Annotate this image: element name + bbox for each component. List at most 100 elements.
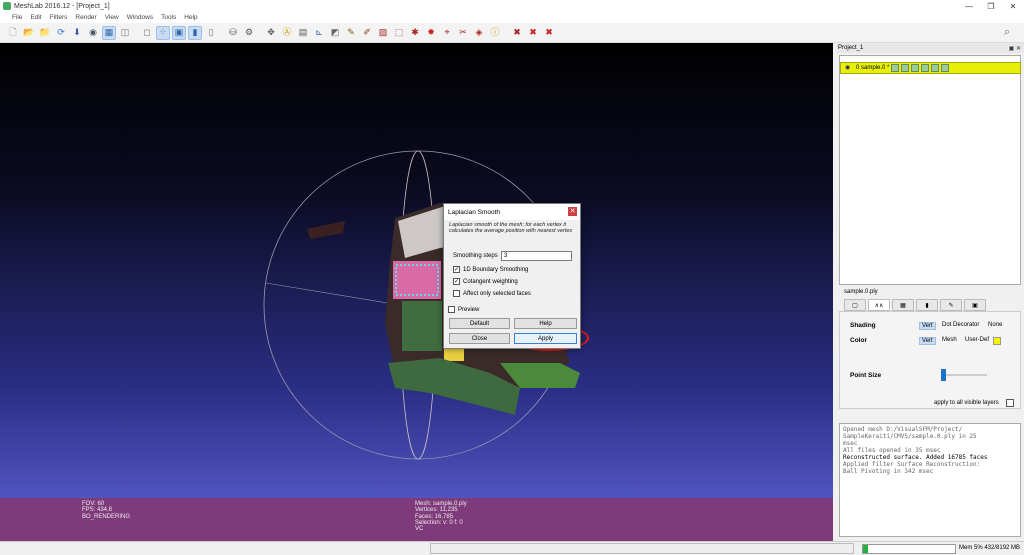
help-button[interactable]: Help bbox=[514, 318, 577, 329]
3d-viewport[interactable]: FOV: 60 FPS: 434.8 BO_RENDERING Mesh: sa… bbox=[0, 43, 833, 541]
cotangent-weighting-row[interactable]: ✓ Cotangent weighting bbox=[453, 278, 518, 285]
paint-icon[interactable]: ✎ bbox=[344, 26, 358, 40]
apply-button[interactable]: Apply bbox=[514, 333, 577, 344]
align-icon[interactable]: ◩ bbox=[328, 26, 342, 40]
main-toolbar: 🗋 📂 📁 ⟳ ⬇ ◉ ▦ ◫ ◻ ⁘ ▣ ▮ ▯ ⛁ ⚙ ✥ Ⓐ ▤ ⊾ ◩ ✎ ✐ ▨ ⬚ ✱ ✸ ⌖ ✂ ◈ ⓘ ✖ ✖ ✖ bbox=[0, 23, 1024, 43]
menu-file[interactable]: File bbox=[12, 14, 22, 21]
log-window: Opened mesh D:/VisualSFM/Project/SampleK… bbox=[839, 423, 1021, 537]
menu-bar: File Edit Filters Render View Windows To… bbox=[0, 12, 1024, 23]
dialog-close-icon[interactable]: ✕ bbox=[568, 207, 577, 216]
visibility-eye-icon[interactable]: ◉ bbox=[845, 64, 853, 72]
selected-faces-row[interactable]: Affect only selected faces bbox=[453, 290, 531, 297]
menu-edit[interactable]: Edit bbox=[30, 14, 41, 21]
search-icon[interactable]: ⌕ bbox=[1004, 26, 1018, 40]
default-button[interactable]: Default bbox=[449, 318, 510, 329]
color-mesh[interactable]: Mesh bbox=[942, 337, 957, 343]
boundary-smoothing-checkbox[interactable]: ✓ bbox=[453, 266, 460, 273]
tab-bbox[interactable]: ▢ bbox=[844, 299, 866, 311]
cut-icon[interactable]: ✂ bbox=[456, 26, 470, 40]
dialog-description: Laplacian smooth of the mesh: for each v… bbox=[449, 222, 573, 234]
tab-wire[interactable]: ▦ bbox=[892, 299, 914, 311]
layer-texture-icon bbox=[941, 64, 950, 72]
point-size-slider[interactable] bbox=[941, 369, 946, 381]
new-project-icon[interactable]: 🗋 bbox=[6, 26, 20, 40]
shading-none[interactable]: None bbox=[988, 322, 1002, 328]
annotation-icon[interactable]: Ⓐ bbox=[280, 26, 294, 40]
flat-icon[interactable]: ▮ bbox=[188, 25, 202, 40]
pick-points-icon[interactable]: ✸ bbox=[424, 26, 438, 40]
close-window-button[interactable]: ✕ bbox=[1002, 2, 1024, 11]
menu-view[interactable]: View bbox=[105, 14, 119, 21]
tab-solid[interactable]: ▮ bbox=[916, 299, 938, 311]
memory-fill bbox=[863, 545, 868, 553]
points-icon[interactable]: ⁘ bbox=[156, 25, 170, 40]
select-vertices-icon[interactable]: ⬚ bbox=[392, 26, 406, 40]
toolbar-separator bbox=[504, 26, 508, 40]
menu-filters[interactable]: Filters bbox=[50, 14, 68, 21]
layer-list: ◉ 0 sample.0 * bbox=[839, 55, 1021, 285]
user-color-swatch[interactable] bbox=[993, 337, 1001, 345]
tab-points[interactable]: ∧∧ bbox=[868, 299, 890, 311]
color-vert[interactable]: Vert bbox=[919, 337, 936, 345]
hidden-lines-icon[interactable]: ◫ bbox=[118, 26, 132, 40]
layer-item-sample[interactable]: ◉ 0 sample.0 * bbox=[840, 62, 1021, 74]
snapshot-icon[interactable]: ◉ bbox=[86, 26, 100, 40]
select-faces-icon[interactable]: ▨ bbox=[376, 26, 390, 40]
dialog-title: Laplacian Smooth bbox=[444, 204, 580, 220]
shading-vert[interactable]: Vert bbox=[919, 322, 936, 330]
export-mesh-icon[interactable]: ⬇ bbox=[70, 26, 84, 40]
reference-icon[interactable]: ⌖ bbox=[440, 26, 454, 40]
delete-vertices-icon[interactable]: ✖ bbox=[542, 26, 556, 40]
minimize-button[interactable]: — bbox=[958, 2, 980, 11]
close-button[interactable]: Close bbox=[449, 333, 510, 344]
window-title: MeshLab 2016.12 - [Project_1] bbox=[14, 2, 110, 10]
layers-icon[interactable]: ⛁ bbox=[226, 26, 240, 40]
menu-tools[interactable]: Tools bbox=[161, 14, 176, 21]
point-size-track[interactable] bbox=[943, 374, 987, 376]
mesh-render[interactable] bbox=[0, 43, 833, 498]
axis-icon[interactable]: ⊾ bbox=[312, 26, 326, 40]
layer-tag-icon bbox=[891, 64, 900, 72]
tab-decoration[interactable]: ▣ bbox=[964, 299, 986, 311]
log-line: SampleKeraiti/CMVS/sample.0.ply in 25 bbox=[843, 433, 977, 440]
bbox-icon[interactable]: ◻ bbox=[140, 26, 154, 40]
delete-faces-icon[interactable]: ✖ bbox=[526, 26, 540, 40]
measure-icon[interactable]: ▤ bbox=[296, 26, 310, 40]
brush-icon[interactable]: ✐ bbox=[360, 26, 374, 40]
layer-smooth-icon bbox=[931, 64, 940, 72]
import-mesh-icon[interactable]: 📁 bbox=[38, 26, 52, 40]
boundary-smoothing-row[interactable]: ✓ 1D Boundary Smoothing bbox=[453, 266, 528, 273]
title-bar: MeshLab 2016.12 - [Project_1] — ❐ ✕ bbox=[0, 0, 1024, 12]
flat-lines-icon[interactable]: ▣ bbox=[172, 25, 186, 40]
smooth-icon[interactable]: ▯ bbox=[204, 26, 218, 40]
reload-icon[interactable]: ⟳ bbox=[54, 26, 68, 40]
menu-render[interactable]: Render bbox=[75, 14, 96, 21]
delete-selected-icon[interactable]: ✖ bbox=[510, 26, 524, 40]
cotangent-weighting-checkbox[interactable]: ✓ bbox=[453, 278, 460, 285]
open-project-icon[interactable]: 📂 bbox=[22, 26, 36, 40]
window-controls: — ❐ ✕ bbox=[958, 2, 1024, 11]
render-stats: FOV: 60 FPS: 434.8 BO_RENDERING bbox=[82, 501, 131, 520]
menu-windows[interactable]: Windows bbox=[127, 14, 153, 21]
log-line: Ball Pivoting in 342 msec bbox=[843, 468, 934, 475]
fill-icon[interactable]: ◈ bbox=[472, 26, 486, 40]
menu-help[interactable]: Help bbox=[184, 14, 197, 21]
smoothing-steps-label: Smoothing steps bbox=[453, 253, 498, 259]
manipulator-icon[interactable]: ⚙ bbox=[242, 26, 256, 40]
render-mode-tabs: ▢ ∧∧ ▦ ▮ ✎ ▣ bbox=[844, 299, 988, 311]
info-icon[interactable]: ⓘ bbox=[488, 26, 502, 40]
color-user-def[interactable]: User-Def bbox=[965, 337, 989, 343]
apply-all-checkbox[interactable] bbox=[1006, 399, 1014, 407]
select-connected-icon[interactable]: ✱ bbox=[408, 26, 422, 40]
panel-dock-controls[interactable]: ▣ ✕ bbox=[1009, 45, 1021, 52]
wireframe-icon[interactable]: ▦ bbox=[102, 25, 116, 40]
lighting-icon[interactable]: ✥ bbox=[264, 26, 278, 40]
shading-dot-decorator[interactable]: Dot Decorator bbox=[942, 322, 979, 328]
preview-row[interactable]: Preview bbox=[448, 306, 479, 313]
maximize-button[interactable]: ❐ bbox=[980, 2, 1002, 11]
smoothing-steps-input[interactable]: 3 bbox=[501, 251, 572, 261]
preview-checkbox[interactable] bbox=[448, 306, 455, 313]
laplacian-smooth-dialog: Laplacian Smooth ✕ Laplacian smooth of t… bbox=[443, 203, 581, 349]
tab-texture[interactable]: ✎ bbox=[940, 299, 962, 311]
selected-faces-checkbox[interactable] bbox=[453, 290, 460, 297]
